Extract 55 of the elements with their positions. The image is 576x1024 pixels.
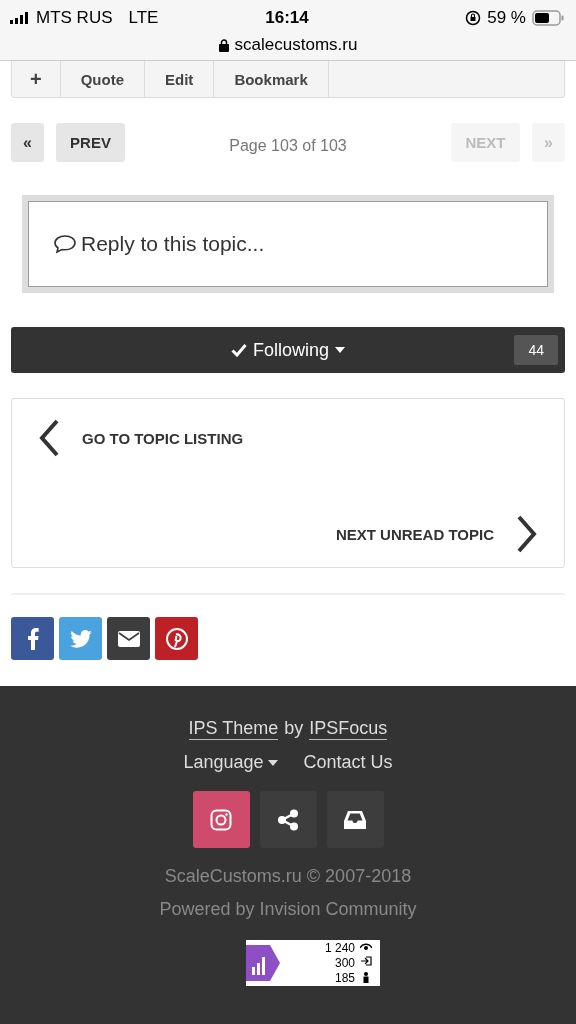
language-menu[interactable]: Language: [183, 752, 278, 773]
signal-icon: [10, 12, 30, 24]
inbox-icon: [343, 809, 367, 830]
speech-bubble-icon: [53, 234, 77, 254]
share-button[interactable]: [259, 791, 317, 848]
caret-icon: [335, 347, 345, 353]
contact-link[interactable]: Contact Us: [303, 752, 393, 773]
toolbar-button[interactable]: +: [12, 61, 61, 97]
carrier-name: MTS RUS: [36, 8, 113, 28]
copyright-text: ScaleCustoms.ru © 2007-2018: [164, 866, 412, 887]
facebook-share-button[interactable]: [11, 617, 54, 660]
follow-bar[interactable]: Following 44: [11, 327, 565, 373]
battery-percent: 59 %: [487, 8, 526, 28]
toolbar-button[interactable]: Quote: [60, 61, 146, 97]
follower-count: 44: [514, 335, 558, 365]
toolbar-button[interactable]: Bookmark: [214, 61, 329, 97]
envelope-icon: [117, 630, 140, 647]
inbox-button[interactable]: [326, 791, 384, 848]
pin-logo-icon: [165, 627, 188, 650]
instagram-icon: [210, 808, 232, 831]
theme-link[interactable]: IPS Theme: [188, 718, 279, 740]
email-share-button[interactable]: [107, 617, 150, 660]
reply-field[interactable]: Reply to this topic...: [28, 201, 548, 287]
instagram-button[interactable]: [192, 791, 250, 848]
author-link[interactable]: IPSFocus: [309, 718, 388, 740]
battery-icon: [532, 10, 564, 26]
credit-text: by: [284, 718, 304, 740]
toolbar-button[interactable]: Edit: [145, 61, 215, 97]
powered-by-text: Powered by Invision Community: [159, 899, 417, 920]
facebook-icon: [26, 627, 39, 650]
counter-value: 300: [334, 955, 355, 971]
prev-page-button[interactable]: PREV: [56, 123, 125, 162]
next-unread-link[interactable]: NEXT UNREAD TOPIC: [335, 525, 494, 543]
caret-icon: [267, 759, 278, 766]
twitter-share-button[interactable]: [59, 617, 102, 660]
counter-value: 1 240: [324, 940, 355, 956]
clock-time: 16:14: [265, 8, 309, 28]
follow-label: Following: [252, 339, 329, 361]
person-icon: [362, 972, 370, 984]
bird-icon: [69, 629, 92, 648]
lock-icon: [218, 38, 229, 52]
chevron-right-icon: [516, 515, 538, 553]
rotation-lock-icon: [465, 10, 482, 26]
counter-value: 185: [334, 970, 355, 986]
eye-icon: [360, 942, 372, 951]
network-type: LTE: [128, 8, 159, 28]
visitor-counter[interactable]: 1 240 300 185: [246, 940, 380, 986]
login-icon: [360, 956, 372, 967]
share-icon: [277, 808, 299, 831]
topic-listing-link[interactable]: GO TO TOPIC LISTING: [82, 429, 244, 447]
first-page-button[interactable]: «: [11, 123, 44, 162]
pinterest-share-button[interactable]: [155, 617, 198, 660]
page-info: Page 103 of 103: [228, 135, 348, 155]
chevron-left-icon: [38, 419, 60, 457]
page-url[interactable]: scalecustoms.ru: [234, 35, 358, 55]
